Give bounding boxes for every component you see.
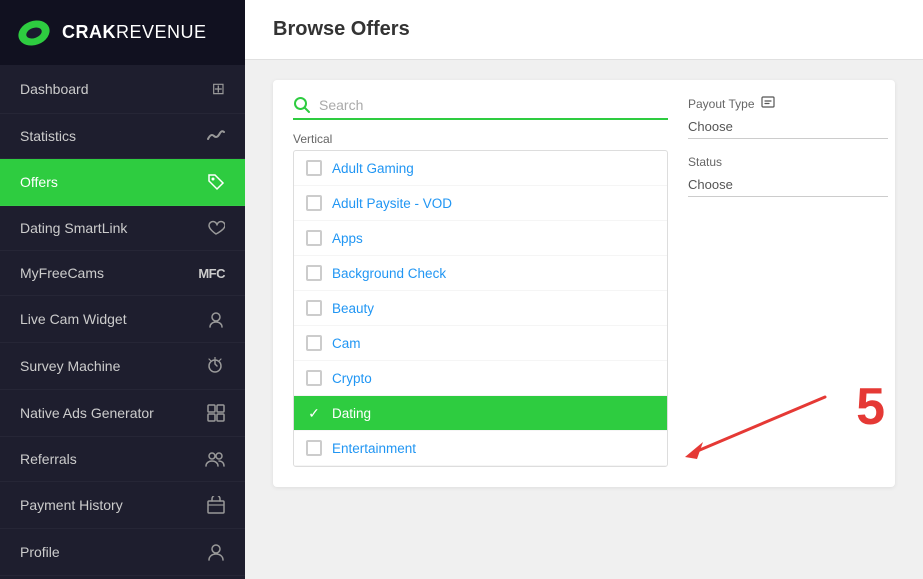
vertical-item-apps[interactable]: Apps (294, 221, 667, 256)
search-input[interactable] (319, 97, 668, 113)
sidebar-item-dashboard[interactable]: Dashboard ⊞ (0, 65, 245, 114)
payout-type-choose[interactable]: Choose (688, 115, 888, 139)
checkbox-entertainment[interactable] (306, 440, 322, 456)
vertical-label: Vertical (293, 132, 668, 146)
sidebar-item-survey-machine[interactable]: Survey Machine (0, 343, 245, 390)
live-cam-widget-icon (197, 310, 225, 328)
status-label: Status (688, 155, 888, 169)
checkbox-cam[interactable] (306, 335, 322, 351)
item-label-adult-paysite-vod: Adult Paysite - VOD (332, 196, 452, 211)
sidebar-item-referrals[interactable]: Referrals (0, 437, 245, 482)
statistics-icon (197, 129, 225, 143)
main-content: Browse Offers Vertical (245, 0, 923, 579)
checkbox-dating[interactable]: ✓ (306, 405, 322, 421)
search-box (293, 96, 668, 120)
vertical-item-entertainment[interactable]: Entertainment (294, 431, 667, 466)
content-body: Vertical Adult Gaming Adult Paysite - VO… (245, 60, 923, 579)
item-label-beauty: Beauty (332, 301, 374, 316)
checkbox-apps[interactable] (306, 230, 322, 246)
nav-label-native-ads-generator: Native Ads Generator (20, 405, 154, 421)
left-filter-section: Vertical Adult Gaming Adult Paysite - VO… (293, 96, 668, 467)
checkbox-crypto[interactable] (306, 370, 322, 386)
payout-type-label: Payout Type (688, 96, 888, 111)
dating-smartlink-icon (197, 220, 225, 236)
sidebar: CRAKREVENUE Dashboard ⊞ Statistics Offer… (0, 0, 245, 579)
filter-area: Vertical Adult Gaming Adult Paysite - VO… (273, 80, 895, 487)
sidebar-item-statistics[interactable]: Statistics (0, 114, 245, 159)
content-header: Browse Offers (245, 0, 923, 60)
sidebar-nav: Dashboard ⊞ Statistics Offers Dating Sma… (0, 65, 245, 579)
payout-type-group: Payout Type Choose (688, 96, 888, 139)
sidebar-header: CRAKREVENUE (0, 0, 245, 65)
item-label-crypto: Crypto (332, 371, 372, 386)
sidebar-item-payment-history[interactable]: Payment History (0, 482, 245, 529)
vertical-item-beauty[interactable]: Beauty (294, 291, 667, 326)
myfreecams-icon: MFC (197, 266, 225, 281)
vertical-dropdown[interactable]: Adult Gaming Adult Paysite - VOD Apps (293, 150, 668, 467)
payout-type-icon (761, 96, 775, 111)
vertical-item-dating[interactable]: ✓ Dating (294, 396, 667, 431)
logo-icon (16, 15, 52, 51)
vertical-item-background-check[interactable]: Background Check (294, 256, 667, 291)
vertical-item-crypto[interactable]: Crypto (294, 361, 667, 396)
nav-label-offers: Offers (20, 174, 58, 190)
check-dating-icon: ✓ (308, 405, 320, 422)
dashboard-icon: ⊞ (197, 79, 225, 99)
item-label-apps: Apps (332, 231, 363, 246)
item-label-background-check: Background Check (332, 266, 446, 281)
checkbox-background-check[interactable] (306, 265, 322, 281)
nav-label-dashboard: Dashboard (20, 81, 89, 97)
checkbox-beauty[interactable] (306, 300, 322, 316)
nav-label-survey-machine: Survey Machine (20, 358, 120, 374)
profile-icon (197, 543, 225, 561)
sidebar-item-profile[interactable]: Profile (0, 529, 245, 576)
nav-label-statistics: Statistics (20, 128, 76, 144)
page-title: Browse Offers (273, 18, 895, 41)
sidebar-item-native-ads-generator[interactable]: Native Ads Generator (0, 390, 245, 437)
nav-label-payment-history: Payment History (20, 497, 123, 513)
search-icon (293, 96, 311, 114)
right-filters: Payout Type Choose Status Choose (688, 96, 888, 467)
nav-label-dating-smartlink: Dating SmartLink (20, 220, 127, 236)
status-group: Status Choose (688, 155, 888, 197)
native-ads-generator-icon (197, 404, 225, 422)
item-label-entertainment: Entertainment (332, 441, 416, 456)
nav-label-profile: Profile (20, 544, 60, 560)
nav-label-myfreecams: MyFreeCams (20, 265, 104, 281)
checkbox-adult-gaming[interactable] (306, 160, 322, 176)
checkbox-adult-paysite-vod[interactable] (306, 195, 322, 211)
vertical-item-adult-gaming[interactable]: Adult Gaming (294, 151, 667, 186)
vertical-item-cam[interactable]: Cam (294, 326, 667, 361)
item-label-adult-gaming: Adult Gaming (332, 161, 414, 176)
item-label-dating: Dating (332, 406, 371, 421)
sidebar-item-myfreecams[interactable]: MyFreeCams MFC (0, 251, 245, 296)
status-choose[interactable]: Choose (688, 173, 888, 197)
logo-text: CRAKREVENUE (62, 22, 207, 43)
survey-machine-icon (197, 357, 225, 375)
referrals-icon (197, 451, 225, 467)
item-label-cam: Cam (332, 336, 361, 351)
vertical-item-adult-paysite-vod[interactable]: Adult Paysite - VOD (294, 186, 667, 221)
sidebar-item-live-cam-widget[interactable]: Live Cam Widget (0, 296, 245, 343)
nav-label-live-cam-widget: Live Cam Widget (20, 311, 127, 327)
sidebar-item-offers[interactable]: Offers (0, 159, 245, 206)
offers-icon (197, 173, 225, 191)
nav-label-referrals: Referrals (20, 451, 77, 467)
sidebar-item-dating-smartlink[interactable]: Dating SmartLink (0, 206, 245, 251)
payment-history-icon (197, 496, 225, 514)
